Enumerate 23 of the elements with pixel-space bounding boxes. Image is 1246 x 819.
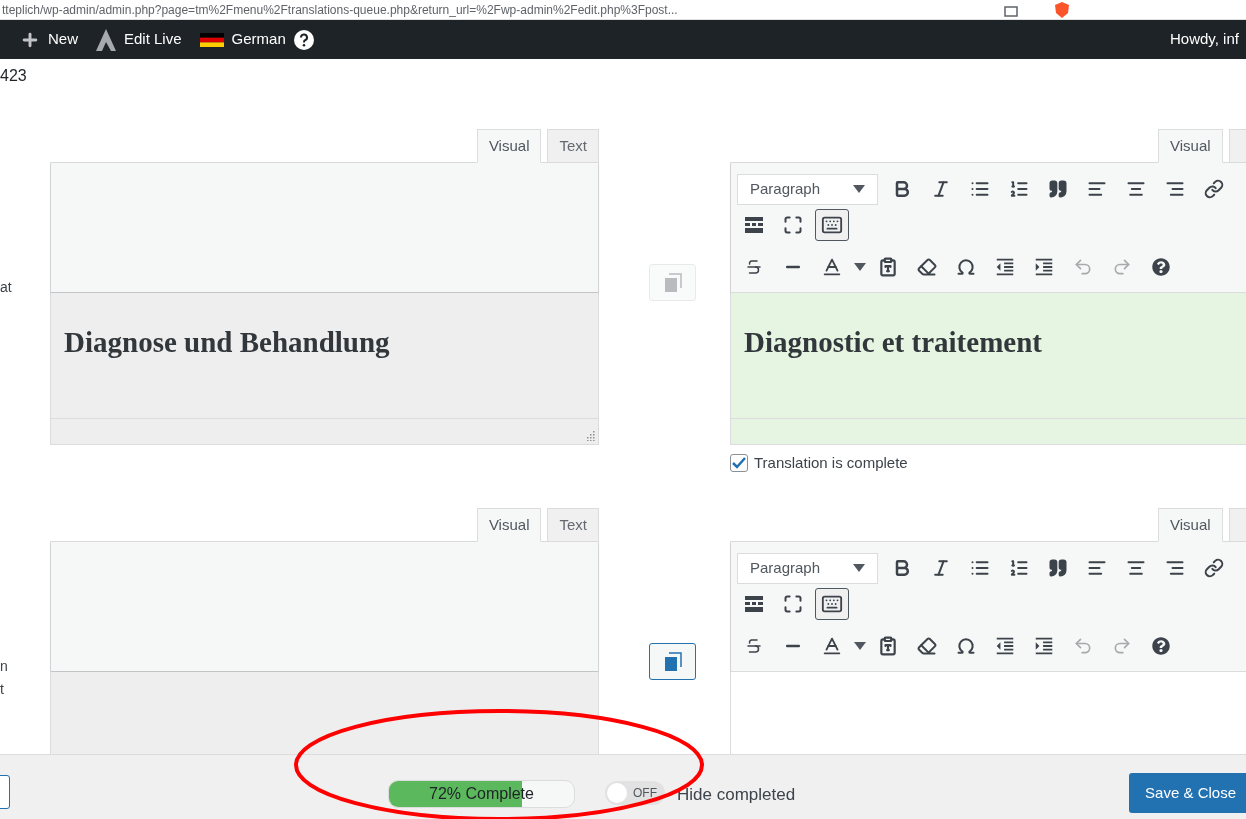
admin-bar-link[interactable]: Edit Live (96, 28, 182, 51)
save-close-button[interactable]: Save & Close (1129, 773, 1246, 813)
format-select[interactable]: Paragraph (737, 552, 878, 584)
editor-tab[interactable]: Visual (1158, 129, 1223, 163)
field-label: n (0, 657, 9, 676)
heading-text: Diagnostic et traitement (744, 326, 1042, 358)
admin-bar-link[interactable]: New (20, 28, 78, 51)
heading-text: Diagnose und Behandlung (64, 326, 390, 358)
editor-tab[interactable]: Visual (476, 508, 542, 542)
format-select[interactable]: Paragraph (737, 173, 878, 205)
hide-completed-toggle[interactable]: OFF (605, 781, 665, 805)
editor-tab[interactable]: Visual (1158, 508, 1223, 542)
url-text[interactable]: tteplich/wp-admin/admin.php?page=tm%2Fmenu%2Ftranslations-queue.php&return_url=%2Fwp-admin%2Fedit.php%3Fpost... (0, 0, 980, 19)
editor-tab[interactable]: Visual (476, 129, 542, 163)
hide-completed-label: Hide completed (677, 784, 796, 807)
checkbox-label: Translation is complete (754, 453, 908, 473)
field-label: t (0, 680, 5, 699)
admin-bar-link[interactable]: German (199, 28, 314, 51)
field-label: at (0, 278, 13, 297)
greeting-text[interactable]: Howdy, inf (1170, 28, 1246, 51)
job-id: 423 (0, 66, 28, 86)
editor-tab[interactable]: Text (547, 129, 599, 163)
editor-tab[interactable]: Text (547, 508, 599, 542)
